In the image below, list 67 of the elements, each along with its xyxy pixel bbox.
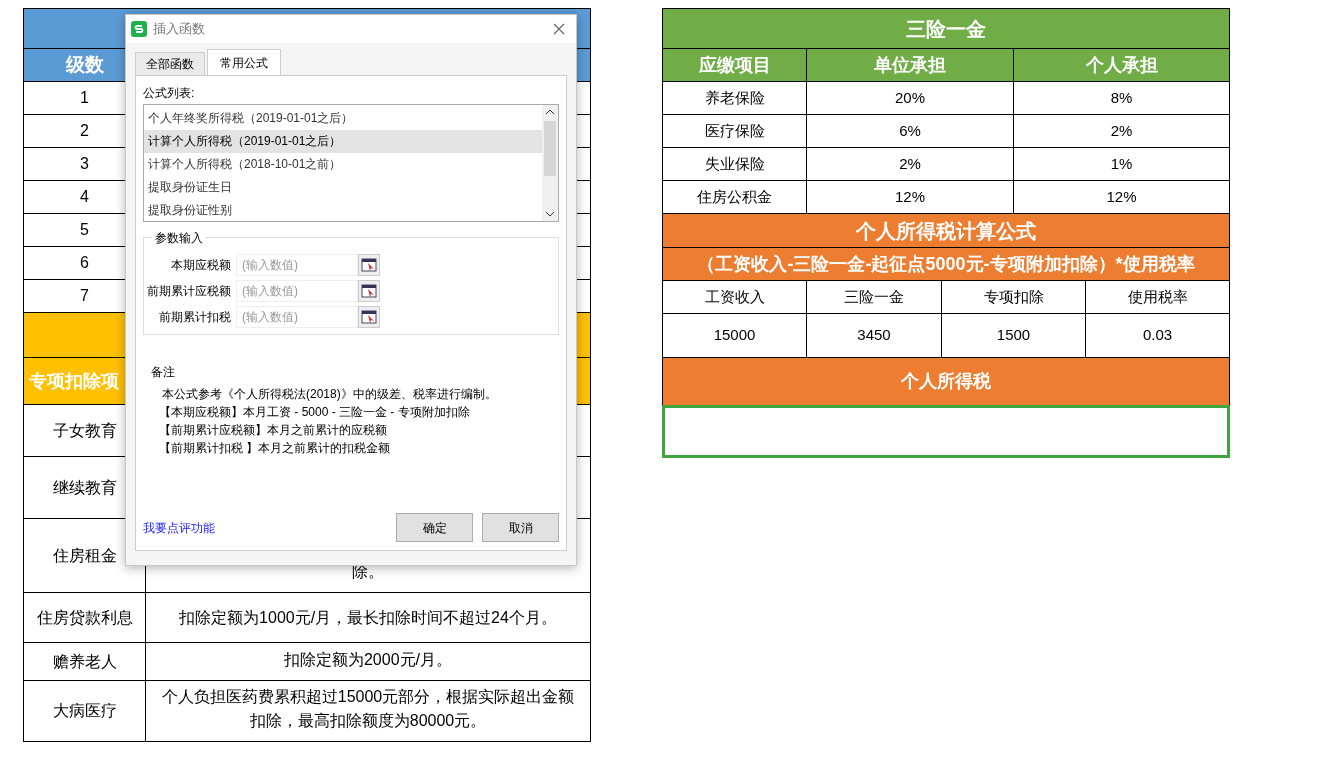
cell-picker-icon[interactable] bbox=[358, 254, 380, 276]
table-cell: 医疗保险 bbox=[663, 115, 807, 147]
field-label: 前期累计应税额 bbox=[146, 283, 232, 300]
column-header: 三险一金 bbox=[807, 281, 942, 313]
table-cell: 6% bbox=[807, 115, 1014, 147]
table-title: 个人所得税计算公式 bbox=[663, 214, 1229, 248]
table-title: 三险一金 bbox=[663, 9, 1229, 49]
list-label: 公式列表: bbox=[143, 85, 196, 102]
tab[interactable]: 全部函数 bbox=[135, 52, 205, 75]
group-label: 参数输入 bbox=[152, 229, 206, 247]
chevron-up-icon[interactable] bbox=[545, 109, 555, 115]
table-cell-text: 12% bbox=[1105, 186, 1138, 207]
input-field[interactable]: (输入数值) bbox=[236, 306, 358, 328]
formula-list-item[interactable]: 提取身份证生日 bbox=[144, 175, 542, 199]
table-cell: 大病医疗 bbox=[24, 681, 146, 741]
table-cell: 1500 bbox=[942, 314, 1086, 357]
remark-line: 【前期累计应税额】本月之前累计的应税额 bbox=[159, 422, 388, 439]
formula-list-item[interactable]: 计算个人所得税（2019-01-01之后） bbox=[144, 129, 542, 153]
table-cell: 住房公积金 bbox=[663, 181, 807, 213]
remarks-label: 备注 bbox=[151, 364, 176, 381]
dialog-button[interactable]: 取消 bbox=[482, 513, 559, 542]
cell-picker-icon[interactable] bbox=[358, 306, 380, 328]
table-cell-text: 0.03 bbox=[1141, 325, 1174, 346]
column-header: 专项扣除项 bbox=[28, 369, 120, 393]
table-cell-text: 1% bbox=[1109, 153, 1134, 174]
formula-text: （工资收入-三险一金-起征点5000元-专项附加扣除）*使用税率 bbox=[663, 248, 1229, 281]
table-cell-text: 扣除定额为1000元/月，最长扣除时间不超过24个月。 bbox=[179, 607, 557, 628]
table-title: 个人所得税 bbox=[663, 358, 1229, 405]
table-cell: 赡养老人 bbox=[24, 643, 146, 680]
column-header: 使用税率 bbox=[1126, 286, 1189, 307]
table-cell: 20% bbox=[807, 82, 1014, 114]
table-cell-text: 扣除定额为2000元/月。 bbox=[283, 650, 452, 670]
chevron-down-icon[interactable] bbox=[545, 211, 555, 217]
remark-line: 【前期累计扣税 】本月之前累计的扣税金额 bbox=[159, 440, 392, 457]
remark-line: 本公式参考《个人所得税法(2018)》中的级差、税率进行编制。 bbox=[162, 386, 498, 403]
table-cell: 3450 bbox=[807, 314, 942, 357]
tab[interactable]: 常用公式 bbox=[207, 49, 281, 75]
table-cell: 住房贷款利息 bbox=[24, 593, 146, 642]
formula-list-item[interactable]: 提取身份证性别 bbox=[144, 198, 542, 221]
result-cell[interactable] bbox=[662, 405, 1230, 458]
column-header: 工资收入 bbox=[663, 281, 807, 313]
column-header: 个人承担 bbox=[1084, 53, 1159, 77]
input-field[interactable]: (输入数值) bbox=[236, 280, 358, 302]
input-field[interactable]: (输入数值) bbox=[236, 254, 358, 276]
remark-line: 【本期应税额】本月工资 - 5000 - 三险一金 - 专项附加扣除 bbox=[159, 404, 471, 421]
table-cell: 养老保险 bbox=[663, 82, 807, 114]
column-header: 专项扣除 bbox=[942, 281, 1086, 313]
table-cell: 2% bbox=[807, 148, 1014, 180]
table-cell: 失业保险 bbox=[663, 148, 807, 180]
formula-list-item[interactable]: 个人年终奖所得税（2019-01-01之后） bbox=[144, 107, 542, 130]
table-cell: 15000 bbox=[663, 314, 807, 357]
table-cell: 12% bbox=[807, 181, 1014, 213]
field-label: 前期累计扣税 bbox=[158, 309, 232, 326]
column-header: 单位承担 bbox=[807, 49, 1014, 81]
close-icon bbox=[553, 23, 565, 35]
feedback-link[interactable]: 我要点评功能 bbox=[143, 518, 215, 537]
formula-list-item[interactable]: 计算个人所得税（2018-10-01之前） bbox=[144, 152, 542, 176]
window-title: 插入函数 bbox=[153, 20, 205, 39]
dialog-button[interactable]: 确定 bbox=[396, 513, 473, 542]
field-label: 本期应税额 bbox=[170, 257, 232, 274]
table-cell-text: 个人负担医药费累积超过15000元部分，根据实际超出金额扣除，最高扣除额度为80000元。 bbox=[160, 687, 576, 731]
table-cell-text: 8% bbox=[1109, 87, 1134, 108]
table-cell-text: 2% bbox=[1109, 120, 1134, 141]
column-header: 应缴项目 bbox=[663, 49, 807, 81]
app-logo-icon bbox=[131, 21, 147, 37]
scrollbar[interactable] bbox=[542, 105, 558, 221]
cell-picker-icon[interactable] bbox=[358, 280, 380, 302]
